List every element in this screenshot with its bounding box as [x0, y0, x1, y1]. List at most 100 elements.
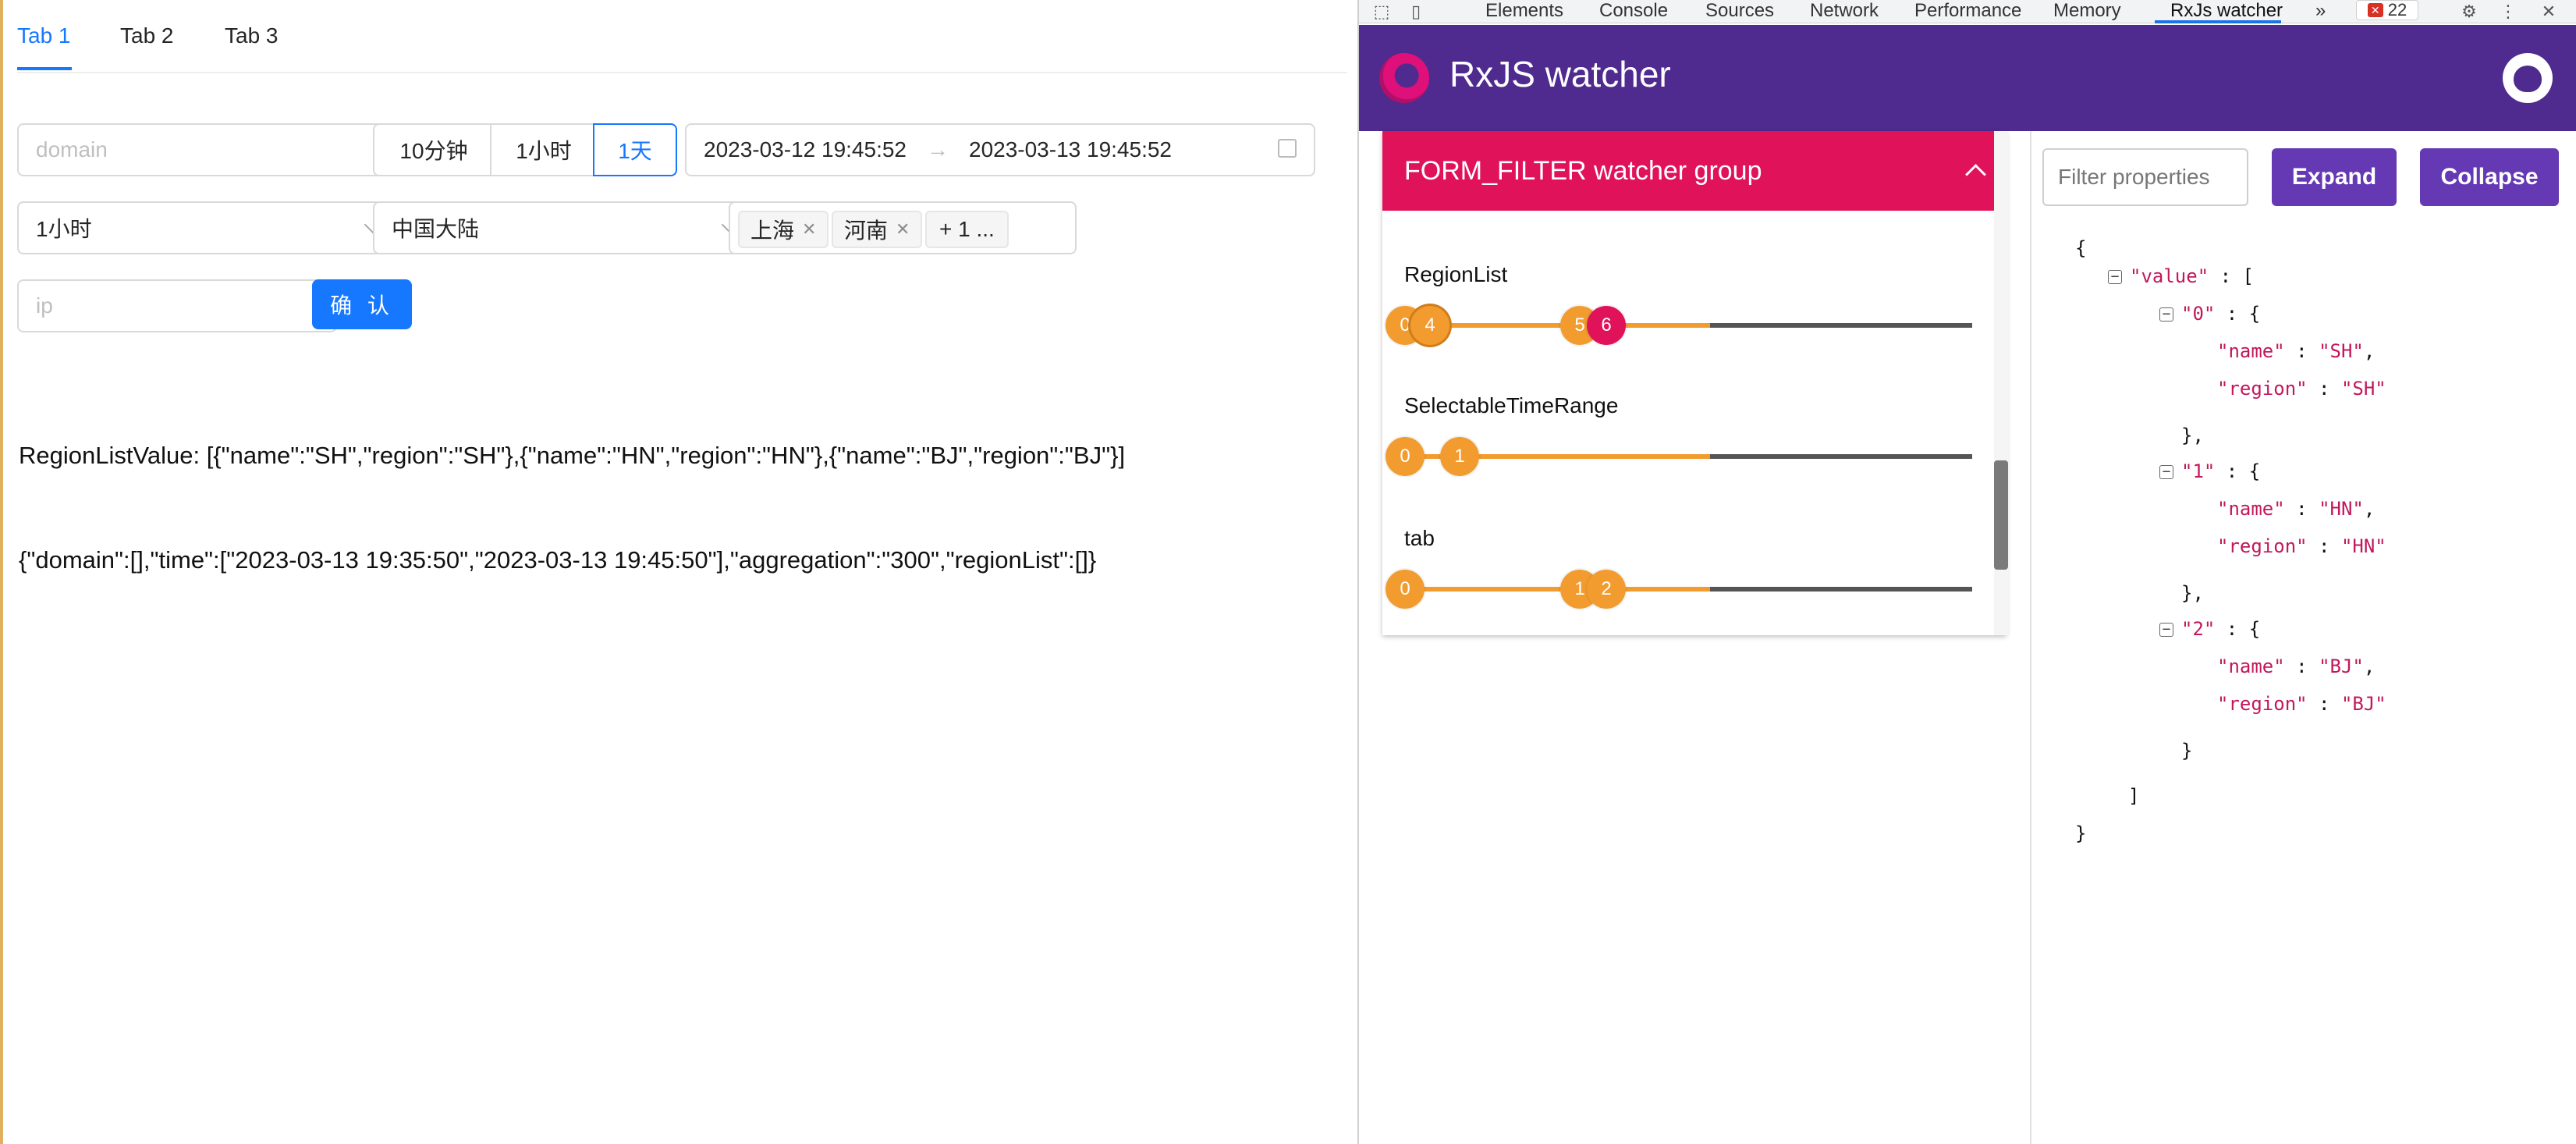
region-list-value-text: RegionListValue: [{"name":"SH","region":… [19, 442, 1126, 469]
rx-watcher-title: RxJS watcher [1449, 54, 1671, 94]
json-prop-row: "region" : "SH" [2217, 378, 2386, 400]
ip-input[interactable]: ip [17, 279, 337, 332]
segment-1hour[interactable]: 1小时 [490, 123, 598, 176]
devtools-tab-rxjs-watcher[interactable]: RxJs watcher [2170, 0, 2283, 22]
calendar-icon [1278, 139, 1297, 158]
watcher-group-panel: FORM_FILTER watcher group RegionList 0 4… [1382, 131, 2007, 635]
inspect-element-icon[interactable]: ⬚ [1373, 3, 1390, 20]
collapse-button[interactable]: Collapse [2420, 148, 2559, 206]
close-icon[interactable]: ✕ [896, 219, 910, 240]
json-key: "name" [2217, 340, 2285, 362]
devtools-tab-elements[interactable]: Elements [1485, 0, 1563, 22]
devtools-panel: ⬚ ▯ Elements Console Sources Network Per… [1357, 0, 2576, 1144]
ip-placeholder: ip [36, 293, 53, 318]
chevron-up-icon[interactable] [1965, 164, 1986, 185]
watcher-group-header[interactable]: FORM_FILTER watcher group [1382, 131, 2007, 211]
json-key: "0" [2181, 303, 2216, 325]
devtools-tab-network[interactable]: Network [1810, 0, 1879, 22]
date-range-arrow-icon: → [927, 137, 949, 162]
tabs-divider [17, 72, 1347, 73]
error-count: 22 [2387, 0, 2407, 20]
confirm-button[interactable]: 确 认 [312, 279, 412, 329]
expand-button[interactable]: Expand [2272, 148, 2397, 206]
country-value: 中国大陆 [392, 217, 480, 241]
date-range-picker[interactable]: 2023-03-12 19:45:52 → 2023-03-13 19:45:5… [685, 123, 1315, 176]
tab-1[interactable]: Tab 1 [17, 23, 71, 48]
collapse-toggle-icon[interactable]: − [2159, 307, 2173, 322]
json-key: "value" [2130, 265, 2209, 287]
json-key: "region" [2217, 693, 2308, 715]
json-key: "name" [2217, 498, 2285, 520]
json-value: "BJ" [2319, 655, 2364, 677]
tab-3[interactable]: Tab 3 [225, 23, 279, 48]
date-range-end[interactable]: 2023-03-13 19:45:52 [969, 137, 1172, 162]
close-icon[interactable]: ✕ [802, 219, 816, 240]
marble-highlighted[interactable]: 6 [1587, 306, 1626, 345]
json-open-brace: { [2075, 237, 2087, 259]
json-prop-row: "region" : "HN" [2217, 535, 2386, 557]
region-tag-henan: 河南 ✕ [832, 211, 923, 248]
watcher-label-tab: tab [1404, 526, 1435, 550]
region-tag-label: 上海 [750, 218, 795, 243]
json-prop-row: "region" : "BJ" [2217, 693, 2386, 715]
json-value-row: − "value" : [ [2108, 265, 2254, 287]
region-tag-shanghai: 上海 ✕ [738, 211, 829, 248]
timeline-track-past [1404, 323, 1710, 328]
devtools-toolbar: ⬚ ▯ Elements Console Sources Network Per… [1359, 0, 2576, 23]
country-select[interactable]: 中国大陆 [373, 201, 755, 254]
json-prop-row: "name" : "HN", [2217, 498, 2376, 520]
aggregation-value: 1小时 [36, 217, 92, 241]
json-value: "BJ" [2340, 693, 2386, 715]
active-tab-indicator [17, 67, 72, 70]
json-item-row: − "2" : { [2159, 618, 2260, 640]
devtools-tab-sources[interactable]: Sources [1705, 0, 1774, 22]
device-toolbar-icon[interactable]: ▯ [1407, 3, 1425, 20]
collapse-toggle-icon[interactable]: − [2159, 623, 2173, 637]
json-value: "HN" [2340, 535, 2386, 557]
devtools-tab-performance[interactable]: Performance [1914, 0, 2021, 22]
aggregation-select[interactable]: 1小时 [17, 201, 398, 254]
json-close-item: }, [2181, 425, 2204, 446]
gear-icon[interactable]: ⚙ [2461, 3, 2478, 20]
segment-1day[interactable]: 1天 [593, 123, 677, 176]
error-icon: ✕ [2367, 3, 2383, 17]
more-tabs-icon[interactable]: » [2315, 0, 2326, 22]
json-value: "SH" [2340, 378, 2386, 400]
json-colon: : [2219, 265, 2232, 287]
devtools-tab-console[interactable]: Console [1599, 0, 1668, 22]
json-key: "region" [2217, 535, 2308, 557]
tab-2[interactable]: Tab 2 [120, 23, 174, 48]
timeline-track-future [1710, 587, 1972, 592]
collapse-toggle-icon[interactable]: − [2159, 465, 2173, 479]
json-key: "1" [2181, 460, 2216, 482]
segment-10min[interactable]: 10分钟 [373, 123, 495, 176]
timeline-track-future [1710, 454, 1972, 459]
json-prop-row: "name" : "BJ", [2217, 655, 2376, 677]
json-close-item: } [2181, 740, 2193, 762]
devtools-tab-memory[interactable]: Memory [2053, 0, 2121, 22]
filter-placeholder: Filter properties [2058, 165, 2210, 189]
timeline-track-future [1710, 323, 1972, 328]
collapse-toggle-icon[interactable]: − [2108, 270, 2122, 284]
json-value: "SH" [2319, 340, 2364, 362]
filter-properties-input[interactable]: Filter properties [2042, 148, 2248, 206]
marble[interactable]: 1 [1440, 437, 1479, 476]
github-icon[interactable] [2503, 53, 2553, 103]
marble[interactable]: 2 [1587, 570, 1626, 609]
app-panel: Tab 1 Tab 2 Tab 3 domain 10分钟 1小时 1天 202… [0, 0, 1357, 1144]
marble[interactable]: 0 [1386, 437, 1425, 476]
timeline-track-past [1404, 587, 1710, 592]
scrollbar-thumb[interactable] [1994, 460, 2008, 570]
date-range-start[interactable]: 2023-03-12 19:45:52 [704, 137, 907, 162]
region-multi-select[interactable]: 上海 ✕ 河南 ✕ + 1 ... [729, 201, 1077, 254]
error-count-badge[interactable]: ✕ 22 [2356, 0, 2418, 20]
json-key: "region" [2217, 378, 2308, 400]
close-icon[interactable]: ✕ [2540, 3, 2557, 20]
split-divider[interactable] [2030, 131, 2031, 1144]
json-close-brace: } [2075, 822, 2087, 844]
json-item-row: − "1" : { [2159, 460, 2260, 482]
marble[interactable]: 0 [1386, 570, 1425, 609]
marble[interactable]: 4 [1410, 306, 1449, 345]
kebab-menu-icon[interactable]: ⋮ [2500, 3, 2517, 20]
domain-input[interactable]: domain [17, 123, 398, 176]
